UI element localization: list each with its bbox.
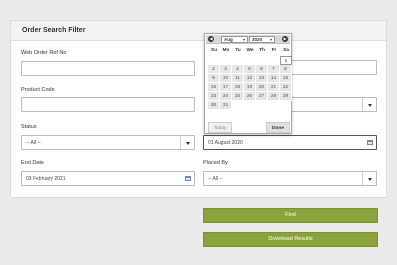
calendar-day[interactable]: 1 xyxy=(280,56,292,65)
calendar-day[interactable]: 22 xyxy=(280,83,292,92)
calendar-day[interactable]: 18 xyxy=(232,83,244,92)
find-button[interactable]: Find xyxy=(203,208,378,223)
product-code-label: Product Code xyxy=(21,87,55,93)
calendar-icon[interactable] xyxy=(185,176,191,181)
calendar-day[interactable]: 25 xyxy=(232,92,244,101)
end-date-label: End Date xyxy=(21,160,44,166)
chevron-down-icon xyxy=(362,98,376,111)
end-date-input[interactable]: 03 February 2021 xyxy=(21,171,195,186)
calendar-day[interactable]: 26 xyxy=(244,92,256,101)
calendar-day[interactable]: 24 xyxy=(220,92,232,101)
right-middle-select[interactable] xyxy=(290,97,377,112)
calendar-day[interactable]: 15 xyxy=(280,74,292,83)
prev-arrow-icon[interactable]: ◀ xyxy=(208,36,214,42)
calendar-day[interactable]: 2 xyxy=(208,65,220,74)
calendar-day[interactable]: 7 xyxy=(268,65,280,74)
panel-title: Order Search Filter xyxy=(22,27,86,34)
calendar-day[interactable]: 27 xyxy=(256,92,268,101)
calendar-icon[interactable] xyxy=(367,140,373,145)
status-select[interactable]: -- All -- xyxy=(21,135,195,150)
chevron-down-icon xyxy=(362,172,376,185)
calendar-day[interactable]: 6 xyxy=(256,65,268,74)
calendar-day[interactable]: 30 xyxy=(208,101,220,110)
placed-by-select[interactable]: -- All -- xyxy=(203,171,377,186)
weekday-header: Su xyxy=(210,48,218,53)
calendar-day[interactable]: 21 xyxy=(268,83,280,92)
datepicker-popup: ◀ Aug 2020 ▶ Su Mo Tu We Th Fr Sa 1 2 3 4 5 6 7 8 9 10 11… xyxy=(204,33,292,134)
calendar-day[interactable]: 14 xyxy=(268,74,280,83)
end-date-value: 03 February 2021 xyxy=(26,176,66,182)
status-value: -- All -- xyxy=(26,140,41,146)
download-results-button[interactable]: Download Results xyxy=(203,232,378,247)
done-button[interactable]: Done xyxy=(266,122,290,133)
weekday-header: Mo xyxy=(222,48,230,53)
calendar-day[interactable]: 9 xyxy=(208,74,220,83)
datepicker-header: ◀ Aug 2020 ▶ xyxy=(206,35,290,44)
year-select[interactable]: 2020 xyxy=(249,36,275,43)
next-arrow-icon[interactable]: ▶ xyxy=(282,36,288,42)
weekday-header: Fr xyxy=(271,48,277,53)
calendar-day[interactable]: 12 xyxy=(244,74,256,83)
calendar-day[interactable]: 13 xyxy=(256,74,268,83)
calendar-day[interactable]: 19 xyxy=(244,83,256,92)
web-order-ref-input[interactable] xyxy=(21,61,195,76)
calendar-day[interactable]: 16 xyxy=(208,83,220,92)
calendar-day[interactable]: 3 xyxy=(220,65,232,74)
product-code-input[interactable] xyxy=(21,97,195,112)
calendar-day[interactable]: 28 xyxy=(268,92,280,101)
web-order-ref-label: Web Order Ref No xyxy=(21,50,67,56)
start-date-value: 01 August 2020 xyxy=(208,140,243,146)
placed-by-label: Placed By xyxy=(203,160,228,166)
calendar-day[interactable]: 29 xyxy=(280,92,292,101)
weekday-header: Tu xyxy=(235,48,241,53)
calendar-day[interactable]: 23 xyxy=(208,92,220,101)
calendar-day[interactable]: 4 xyxy=(232,65,244,74)
calendar-day[interactable]: 5 xyxy=(244,65,256,74)
calendar-day[interactable]: 31 xyxy=(220,101,232,110)
status-label: Status xyxy=(21,124,37,130)
placed-by-value: -- All -- xyxy=(208,176,223,182)
calendar-day[interactable]: 20 xyxy=(256,83,268,92)
weekday-header: We xyxy=(246,48,254,53)
calendar-day[interactable]: 11 xyxy=(232,74,244,83)
today-button[interactable]: Today xyxy=(208,122,232,133)
start-date-input[interactable]: 01 August 2020 xyxy=(203,135,377,150)
chevron-down-icon xyxy=(180,136,194,149)
weekday-header: Th xyxy=(259,48,265,53)
weekday-header: Sa xyxy=(283,48,289,53)
calendar-day[interactable]: 17 xyxy=(220,83,232,92)
calendar-day[interactable]: 8 xyxy=(280,65,292,74)
calendar-day[interactable]: 10 xyxy=(220,74,232,83)
panel-header: Order Search Filter xyxy=(11,21,386,41)
right-top-input[interactable] xyxy=(290,60,377,75)
month-select[interactable]: Aug xyxy=(221,36,248,43)
